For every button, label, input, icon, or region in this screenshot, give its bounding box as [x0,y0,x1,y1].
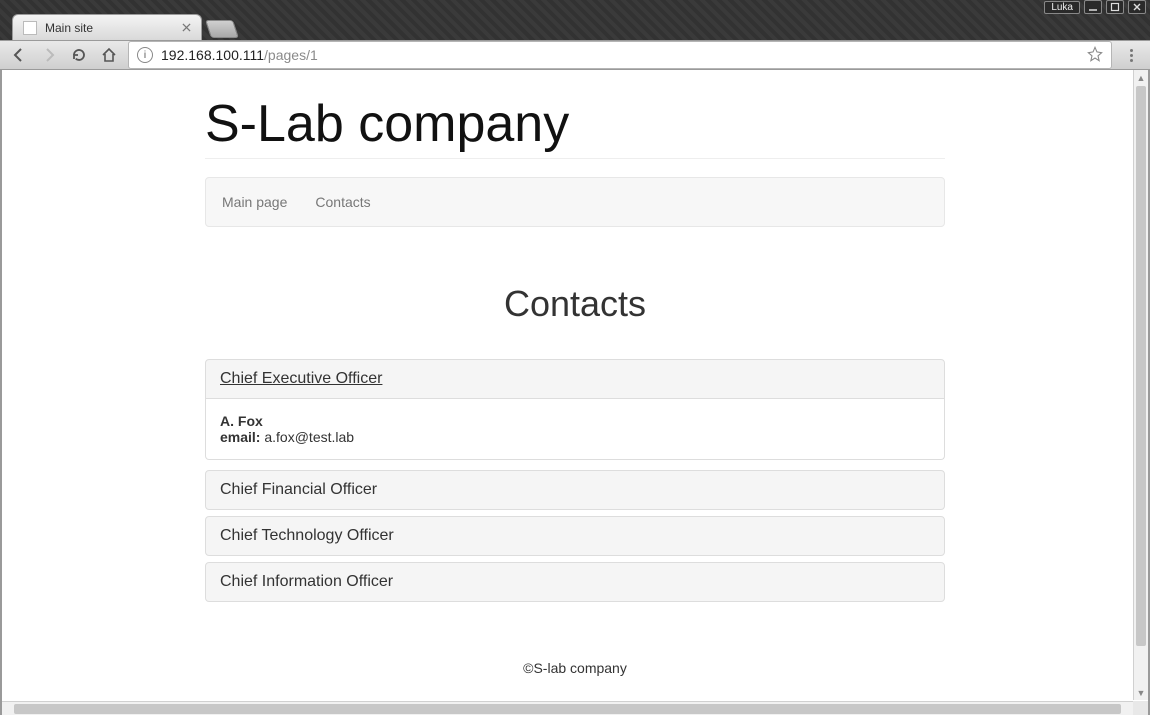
arrow-left-icon [11,47,27,63]
contact-name: A. Fox [220,413,930,429]
contact-role: Chief Technology Officer [220,527,394,544]
vertical-scrollbar[interactable]: ▲ ▼ [1133,70,1148,700]
scroll-thumb[interactable] [1136,86,1146,646]
window-minimize-button[interactable] [1084,0,1102,14]
site-info-icon[interactable]: i [137,47,153,63]
window-maximize-button[interactable] [1106,0,1124,14]
contact-panel-header[interactable]: Chief Financial Officer [205,470,945,510]
nav-reload-button[interactable] [68,44,90,66]
dot-icon [1130,59,1133,62]
contact-panel: Chief Technology Officer [205,516,945,556]
browser-menu-button[interactable] [1120,44,1142,66]
nav-home-button[interactable] [98,44,120,66]
nav-back-button[interactable] [8,44,30,66]
contact-email-line: email: a.fox@test.lab [220,429,930,445]
minimize-icon [1088,2,1098,12]
user-indicator[interactable]: Luka [1044,1,1080,14]
contact-panel: Chief Financial Officer [205,470,945,510]
contact-role: Chief Financial Officer [220,481,377,498]
reload-icon [71,47,87,63]
nav-link-contacts[interactable]: Contacts [315,194,370,210]
scroll-up-button[interactable]: ▲ [1134,70,1148,85]
dot-icon [1130,54,1133,57]
horizontal-scrollbar[interactable] [2,701,1133,715]
window-titlebar: Luka [0,0,1150,14]
close-icon [1132,2,1142,12]
tab-close-button[interactable] [182,21,191,35]
contact-role: Chief Executive Officer [220,370,382,387]
contact-panel-header[interactable]: Chief Information Officer [205,562,945,602]
url-host: 192.168.100.111 [161,47,264,63]
browser-tab[interactable]: Main site [12,14,202,40]
tab-title: Main site [45,21,93,35]
window-close-button[interactable] [1128,0,1146,14]
home-icon [101,47,117,63]
site-navbar: Main page Contacts [205,177,945,227]
page-container: S-Lab company Main page Contacts Contact… [205,70,945,715]
star-icon [1087,46,1103,62]
maximize-icon [1110,2,1120,12]
new-tab-button[interactable] [205,20,239,38]
site-title: S-Lab company [205,94,945,159]
close-icon [182,23,191,32]
browser-toolbar: i 192.168.100.111/pages/1 [0,40,1150,70]
page-footer: ©S-lab company [205,660,945,676]
contact-panel-body: A. Fox email: a.fox@test.lab [205,399,945,460]
contact-email-label: email: [220,429,260,445]
browser-viewport: S-Lab company Main page Contacts Contact… [0,70,1150,715]
os-window: Luka Main site [0,0,1150,715]
scroll-corner [1133,701,1148,715]
contact-panel: Chief Executive Officer A. Fox email: a.… [205,359,945,460]
nav-link-main-page[interactable]: Main page [222,194,287,210]
page-content: S-Lab company Main page Contacts Contact… [2,70,1148,715]
contact-panel-header[interactable]: Chief Technology Officer [205,516,945,556]
scroll-down-button[interactable]: ▼ [1134,685,1148,700]
browser-tabstrip: Main site [0,14,1150,40]
url-path: /pages/1 [264,47,318,63]
dot-icon [1130,49,1133,52]
scroll-thumb[interactable] [14,704,1121,714]
contacts-accordion: Chief Executive Officer A. Fox email: a.… [205,359,945,602]
contact-panel-header[interactable]: Chief Executive Officer [205,359,945,399]
page-favicon-icon [23,21,37,35]
contact-role: Chief Information Officer [220,573,393,590]
contact-email: a.fox@test.lab [264,429,354,445]
contact-panel: Chief Information Officer [205,562,945,602]
bookmark-button[interactable] [1087,46,1103,65]
page-heading: Contacts [205,283,945,325]
address-bar[interactable]: i 192.168.100.111/pages/1 [128,41,1112,69]
arrow-right-icon [41,47,57,63]
nav-forward-button[interactable] [38,44,60,66]
